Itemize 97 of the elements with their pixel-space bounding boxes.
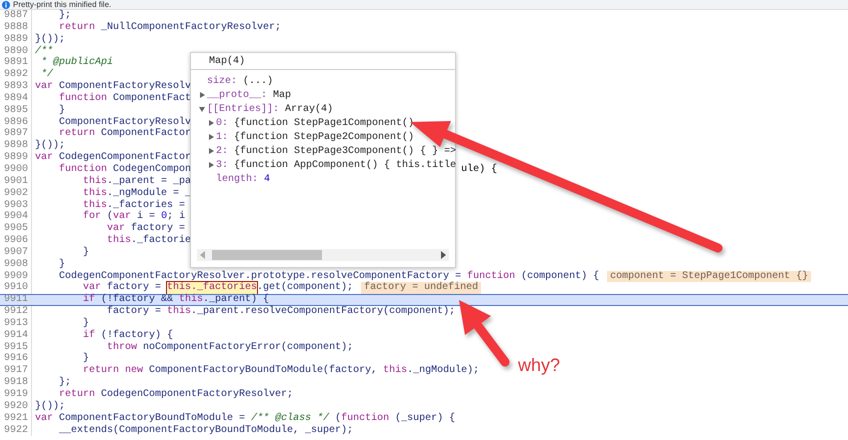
scroll-right-icon[interactable] bbox=[441, 251, 446, 259]
code-text: var ComponentFactoryResolv bbox=[35, 81, 192, 92]
arrow bbox=[459, 300, 510, 366]
code-text: }; bbox=[58, 10, 72, 22]
expand-arrow-icon[interactable] bbox=[208, 120, 214, 126]
code-text: __extends(ComponentFactoryBoundToModule, _super); bbox=[58, 424, 354, 436]
code-text: } bbox=[58, 104, 66, 116]
line-number[interactable]: 9905 bbox=[0, 223, 32, 236]
line-number[interactable]: 9890 bbox=[0, 46, 32, 58]
code-text: } bbox=[82, 246, 90, 259]
line-number[interactable]: 9914 bbox=[0, 330, 32, 342]
property-text: size: (...) bbox=[207, 76, 274, 86]
line-number[interactable]: 9899 bbox=[0, 152, 32, 164]
code-text: throw noComponentFactoryError(component); bbox=[106, 342, 354, 354]
code-text: function ComponentFact bbox=[58, 92, 192, 104]
code-text: return new ComponentFactoryBoundToModule(factory, this._ngModule); bbox=[82, 365, 480, 378]
code-text: var CodegenComponentFactor bbox=[35, 152, 192, 164]
line-number[interactable]: 9896 bbox=[0, 116, 32, 128]
annotation-text: why? bbox=[518, 355, 560, 376]
scrollbar-thumb[interactable] bbox=[212, 250, 322, 260]
line-number[interactable]: 9921 bbox=[0, 412, 32, 425]
code-text: }()); bbox=[35, 400, 66, 412]
collapse-arrow-icon[interactable] bbox=[199, 106, 205, 112]
code-text: return ComponentFactor bbox=[58, 128, 192, 140]
horizontal-scrollbar[interactable] bbox=[197, 249, 449, 261]
code-text: ule) { bbox=[461, 164, 498, 176]
line-number[interactable]: 9892 bbox=[0, 69, 32, 82]
line-number[interactable]: 9901 bbox=[0, 176, 32, 188]
banner-text: Pretty-print this minified file. bbox=[13, 0, 112, 9]
popup-title: Map(4) bbox=[191, 53, 455, 70]
line-number[interactable]: 9888 bbox=[0, 22, 32, 34]
line-number[interactable]: 9887 bbox=[0, 10, 32, 22]
code-text: if (!factory) { bbox=[82, 330, 174, 342]
line-number[interactable]: 9908 bbox=[0, 258, 32, 271]
property-text[interactable]: 1: {function StepPage2Component() bbox=[216, 132, 414, 142]
line-number[interactable]: 9893 bbox=[0, 81, 32, 93]
highlighted-expression[interactable]: this._factories bbox=[167, 282, 258, 294]
info-icon bbox=[2, 0, 10, 8]
code-text: } bbox=[82, 318, 90, 330]
line-number[interactable]: 9918 bbox=[0, 377, 32, 389]
line-number[interactable]: 9917 bbox=[0, 365, 32, 378]
code-text: * @publicApi bbox=[40, 57, 114, 68]
code-text: this._parent = _pa bbox=[82, 176, 192, 188]
line-number[interactable]: 9895 bbox=[0, 104, 32, 117]
inline-value: component = StepPage1Component {} bbox=[607, 270, 812, 282]
line-number[interactable]: 9916 bbox=[0, 353, 32, 366]
expand-arrow-icon[interactable] bbox=[208, 148, 214, 154]
property-text[interactable]: __proto__: Map bbox=[207, 90, 292, 100]
code-text: factory = this._parent.resolveComponentFactory(component); bbox=[106, 306, 456, 318]
line-number[interactable]: 9894 bbox=[0, 92, 32, 105]
code-text: } bbox=[82, 353, 90, 365]
line-number[interactable]: 9904 bbox=[0, 211, 32, 224]
code-text: /** bbox=[35, 46, 54, 57]
code-text: */ bbox=[40, 69, 54, 82]
property-text: length: 4 bbox=[216, 174, 270, 184]
code-text: var ComponentFactoryBoundToModule = /** @class */ (function (_super) { bbox=[35, 412, 456, 424]
expand-arrow-icon[interactable] bbox=[208, 162, 214, 168]
line-number[interactable]: 9909 bbox=[0, 270, 32, 282]
property-text[interactable]: [[Entries]]: Array(4) bbox=[207, 104, 334, 114]
line-number[interactable]: 9898 bbox=[0, 140, 32, 152]
code-text: return CodegenComponentFactoryResolver; bbox=[58, 389, 294, 400]
code-text: for (var i = 0; i bbox=[82, 211, 186, 222]
code-text: return _NullComponentFactoryResolver; bbox=[58, 22, 282, 34]
line-number[interactable]: 9906 bbox=[0, 235, 32, 247]
line-number[interactable]: 9912 bbox=[0, 306, 32, 318]
line-number[interactable]: 9915 bbox=[0, 342, 32, 354]
line-number[interactable]: 9903 bbox=[0, 200, 32, 212]
property-text[interactable]: 2: {function StepPage3Component() { } => bbox=[216, 146, 456, 156]
code-text: var factory = bbox=[106, 223, 186, 234]
line-number[interactable]: 9902 bbox=[0, 188, 32, 200]
line-number[interactable]: 9920 bbox=[0, 400, 32, 413]
code-text: var factory = bbox=[82, 282, 162, 294]
line-number[interactable]: 9907 bbox=[0, 246, 32, 259]
line-number[interactable]: 9911 bbox=[0, 295, 32, 306]
code-text: } bbox=[58, 258, 66, 270]
code-text: }()); bbox=[35, 34, 66, 46]
line-number[interactable]: 9897 bbox=[0, 128, 32, 140]
property-text[interactable]: 0: {function StepPage1Component() bbox=[216, 118, 414, 128]
code-text: this._factories = bbox=[82, 200, 186, 210]
code-text: function CodegenCompon bbox=[58, 164, 192, 176]
code-text: CodegenComponentFactoryResolver.prototype.resolveComponentFactory = function (component) { bbox=[58, 270, 600, 282]
expand-arrow-icon[interactable] bbox=[199, 92, 205, 98]
line-number[interactable]: 9919 bbox=[0, 389, 32, 401]
inline-value: factory = undefined bbox=[361, 282, 482, 294]
line-number[interactable]: 9900 bbox=[0, 164, 32, 176]
code-text: .get(component); bbox=[257, 282, 354, 294]
line-number[interactable]: 9913 bbox=[0, 318, 32, 330]
code-text: ComponentFactoryResolv bbox=[58, 116, 192, 128]
expand-arrow-icon[interactable] bbox=[208, 134, 214, 140]
line-number[interactable]: 9889 bbox=[0, 34, 32, 46]
code-text: this._factorie bbox=[106, 235, 192, 247]
property-text[interactable]: 3: {function AppComponent() { this.title bbox=[216, 160, 456, 170]
code-text: if (!factory && this._parent) { bbox=[82, 295, 270, 306]
code-text: }; bbox=[58, 377, 72, 389]
line-number[interactable]: 9891 bbox=[0, 57, 32, 70]
line-number[interactable]: 9922 bbox=[0, 424, 32, 436]
code-text: }()); bbox=[35, 140, 66, 152]
